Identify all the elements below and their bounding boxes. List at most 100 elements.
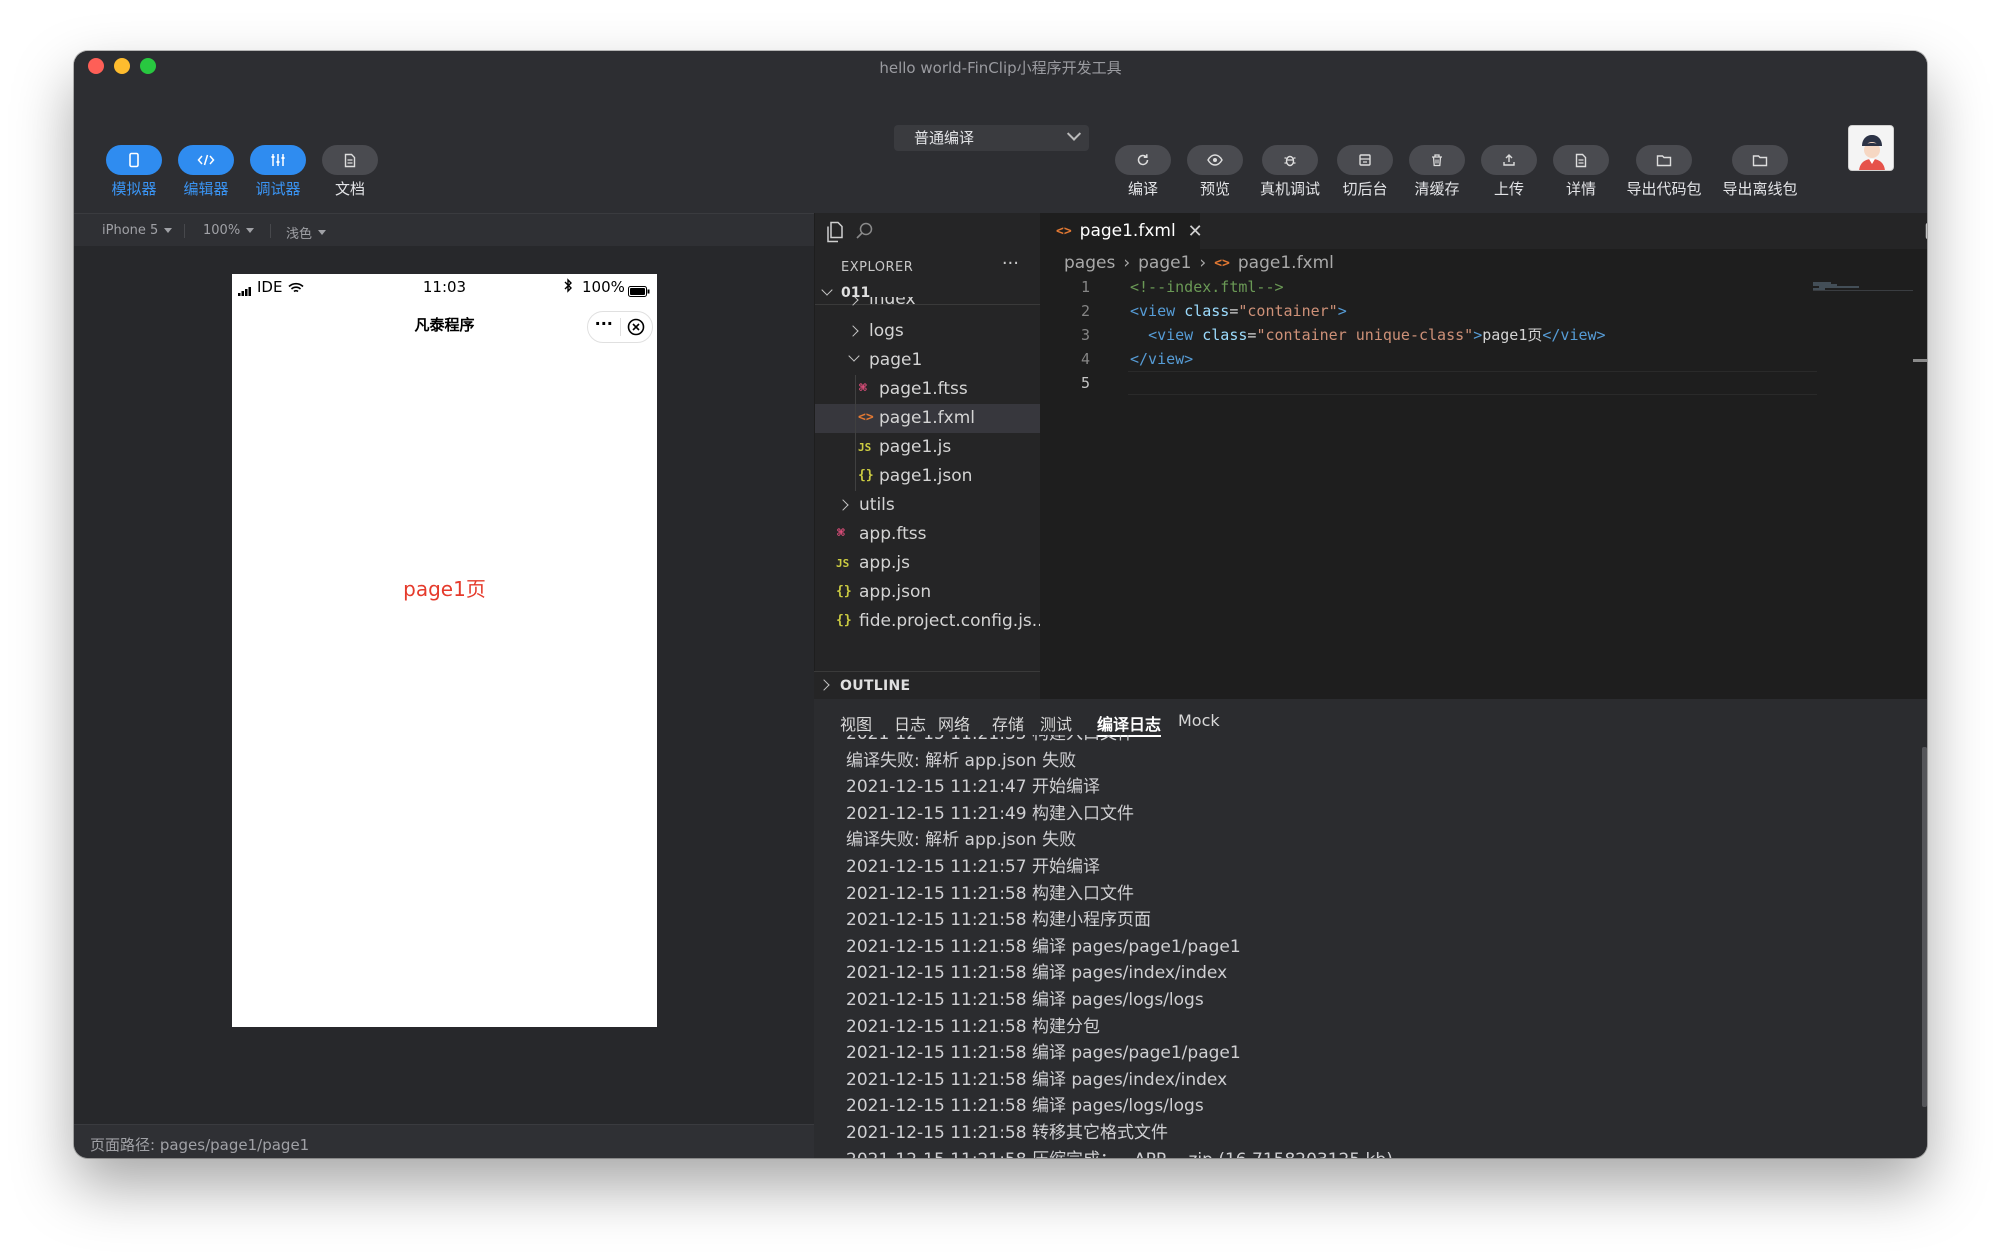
docs-button[interactable]: 文档 — [322, 145, 378, 199]
code-line[interactable]: 1 <!--index.ftml--> — [1040, 275, 1927, 299]
breadcrumb-item[interactable]: page1 — [1138, 253, 1191, 273]
tree-item-page1-json[interactable]: {} page1.json — [815, 462, 1041, 491]
debugger-toggle-button[interactable]: 调试器 — [250, 145, 306, 199]
export-offline-package-button[interactable]: 导出离线包 — [1720, 145, 1800, 199]
editor-scrollbar[interactable] — [1913, 359, 1927, 362]
search-icon[interactable] — [855, 221, 875, 245]
docs-label: 文档 — [334, 180, 365, 198]
chevron-right-icon — [837, 499, 849, 511]
more-icon[interactable]: ··· — [588, 316, 620, 338]
log-line: 2021-12-15 11:21:58 编译 pages/index/index — [846, 963, 1228, 984]
real-device-debug-button[interactable]: 真机调试 — [1250, 145, 1330, 199]
tree-item-index[interactable]: index — [815, 297, 1041, 317]
clear-cache-label: 清缓存 — [1414, 180, 1460, 198]
tree-item-app-json[interactable]: {} app.json — [815, 578, 1041, 607]
code-token: "container" — [1238, 302, 1338, 320]
editor-tab-bar: <> page1.fxml ✕ ··· — [1040, 213, 1927, 249]
tree-item-utils[interactable]: utils — [815, 491, 1041, 520]
compile-button[interactable]: 编译 — [1103, 145, 1183, 199]
log-line: 2021-12-15 11:21:57 开始编译 — [846, 856, 1100, 877]
console-tab[interactable]: 编译日志 — [1097, 711, 1161, 735]
close-tab-icon[interactable]: ✕ — [1188, 221, 1203, 242]
tree-item-page1-js[interactable]: JS page1.js — [815, 433, 1041, 462]
tree-item-page1-folder[interactable]: page1 — [815, 346, 1041, 375]
compile-mode-select[interactable]: 普通编译 — [894, 125, 1089, 151]
code-area[interactable]: 1 <!--index.ftml--> 2 <view class="containe… — [1040, 275, 1927, 395]
theme-select[interactable]: 浅色 — [286, 223, 327, 242]
explorer-title: EXPLORER — [841, 260, 914, 275]
log-line: 2021-12-15 11:21:58 编译 pages/page1/page1 — [846, 1043, 1241, 1064]
tree-item-label: page1.fxml — [879, 408, 976, 428]
debug-console: 视图日志网络存储测试 编译日志 Mock 2021-12-15 11:21:35 构… — [814, 699, 1927, 1158]
simulator-header: iPhone 5 100% 浅色 — [74, 213, 814, 246]
page-path: 页面路径: pages/page1/page1 — [90, 1136, 310, 1154]
console-scrollbar[interactable] — [1922, 747, 1927, 1107]
upload-button[interactable]: 上传 — [1469, 145, 1549, 199]
simulator-label: 模拟器 — [111, 180, 157, 198]
outline-title: OUTLINE — [840, 678, 911, 694]
code-text: <!--index.ftml--> — [1130, 275, 1284, 299]
preview-button[interactable]: 预览 — [1175, 145, 1255, 199]
compile-log: 2021-12-15 11:21:35 构建入口文件编译失败: 解析 app.j… — [846, 735, 1906, 1158]
avatar[interactable] — [1848, 125, 1894, 171]
console-tab[interactable]: 存储 — [992, 711, 1024, 735]
simulator-toggle-button[interactable]: 模拟器 — [106, 145, 162, 199]
console-tab[interactable]: 网络 — [938, 711, 970, 735]
export-code-package-button[interactable]: 导出代码包 — [1624, 145, 1704, 199]
console-tab[interactable]: 测试 — [1040, 711, 1072, 735]
editor-toggle-button[interactable]: 编辑器 — [178, 145, 234, 199]
zoom-select[interactable]: 100% — [203, 223, 255, 238]
chevron-down-icon — [1066, 126, 1082, 141]
json-file-icon: {} — [858, 468, 874, 483]
tree-item-app-js[interactable]: JS app.js — [815, 549, 1041, 578]
console-tab[interactable]: 日志 — [894, 711, 926, 735]
code-line[interactable]: 2 <view class="container"> — [1040, 299, 1927, 323]
code-text: <view class="container unique-class">pag… — [1130, 323, 1606, 347]
code-line[interactable]: 4 </view> — [1040, 347, 1927, 371]
bug-icon — [1262, 145, 1318, 175]
tree-item-label: page1.json — [879, 466, 973, 486]
phone-screen[interactable]: IDE 11:03 100% 凡泰程序 ··· page1页 — [232, 274, 657, 1027]
divider — [270, 224, 271, 238]
tree-item-app-ftss[interactable]: ⌘ app.ftss — [815, 520, 1041, 549]
breadcrumb: pages › page1 › <> page1.fxml — [1064, 253, 1334, 273]
device-select[interactable]: iPhone 5 — [102, 223, 173, 238]
files-icon[interactable] — [825, 221, 845, 247]
more-icon[interactable]: ··· — [1002, 253, 1019, 274]
tree-item-project-config[interactable]: {} fide.project.config.js... — [815, 607, 1048, 636]
upload-icon — [1481, 145, 1537, 175]
console-tab[interactable]: Mock — [1178, 711, 1220, 730]
breadcrumb-item[interactable]: pages — [1064, 253, 1115, 273]
outline-section[interactable]: OUTLINE — [814, 671, 1040, 699]
minimap[interactable] — [1813, 277, 1913, 291]
tree-item-page1-ftss[interactable]: ⌘ page1.ftss — [815, 375, 1041, 404]
code-line[interactable]: 5 — [1040, 371, 1927, 395]
breadcrumb-item[interactable]: page1.fxml — [1238, 253, 1334, 273]
background-button[interactable]: 切后台 — [1325, 145, 1405, 199]
tree-item-logs[interactable]: logs — [815, 317, 1041, 346]
log-line: 2021-12-15 11:21:58 压缩完成：__APP__.zip (16… — [846, 1147, 1906, 1159]
tree-item-page1-fxml[interactable]: <> page1.fxml — [815, 404, 1041, 433]
title-bar: hello world-FinClip小程序开发工具 — [74, 51, 1927, 81]
split-editor-icon[interactable] — [1924, 221, 1927, 245]
code-token: <view — [1148, 326, 1194, 344]
details-label: 详情 — [1565, 180, 1596, 198]
phone-nav-bar: 凡泰程序 ··· — [232, 302, 657, 346]
clear-cache-button[interactable]: 清缓存 — [1397, 145, 1477, 199]
code-line[interactable]: 3 <view class="container unique-class">p… — [1040, 323, 1927, 347]
tab-page1-fxml[interactable]: <> page1.fxml ✕ — [1040, 213, 1203, 249]
compile-label: 编译 — [1127, 180, 1158, 198]
close-circle-icon[interactable] — [620, 318, 652, 336]
console-tab[interactable]: 视图 — [840, 711, 872, 735]
battery-label: 100% — [582, 278, 625, 296]
style-file-icon: ⌘ — [859, 381, 867, 396]
log-line: 编译失败: 解析 app.json 失败 — [846, 830, 1077, 851]
chevron-down-icon — [821, 284, 833, 296]
explorer-header: EXPLORER ··· — [815, 251, 1041, 281]
theme-value: 浅色 — [286, 227, 313, 242]
preview-label: 预览 — [1199, 180, 1230, 198]
tree-item-label: app.json — [859, 582, 932, 602]
code-token: </view> — [1542, 326, 1606, 344]
indent-guide — [855, 462, 856, 491]
details-button[interactable]: 详情 — [1541, 145, 1621, 199]
